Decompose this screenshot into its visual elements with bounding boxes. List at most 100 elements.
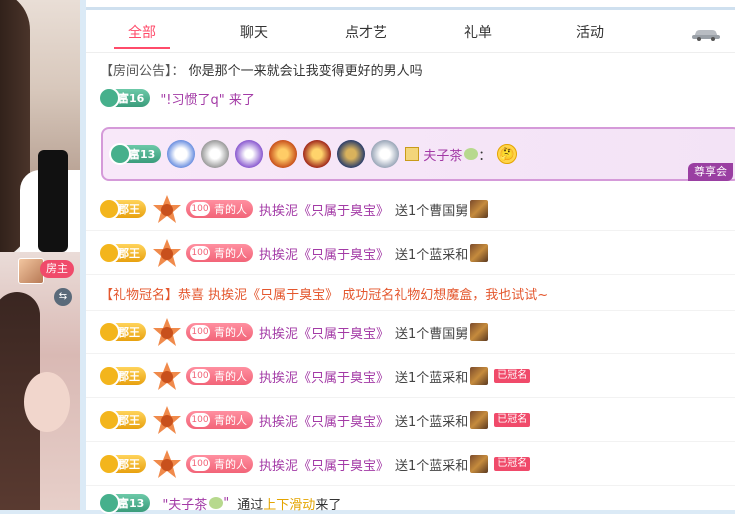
gift-action: 送1个曹国舅 — [395, 203, 469, 219]
lion-medal-icon[interactable] — [269, 140, 298, 168]
crowned-badge: 已冠名 — [494, 457, 531, 471]
video-preview-panel: 房主 ⇆ — [0, 0, 80, 510]
crowned-badge: 已冠名 — [494, 369, 531, 383]
rank-badge: 郡王 — [98, 242, 146, 264]
fan-num: 100 — [190, 246, 210, 260]
vip-entry-card: 富13 夫子茶 ： 🤔 尊享会 — [101, 127, 735, 181]
streamer-video-main[interactable] — [0, 0, 80, 260]
colon: ： — [478, 148, 492, 164]
gift-icon — [470, 323, 489, 341]
divider — [86, 397, 735, 398]
fan-num: 100 — [190, 202, 210, 216]
fan-badge: 100 青的人 — [186, 411, 253, 429]
car-icon[interactable] — [691, 27, 721, 41]
chat-tabs: 全部 聊天 点才艺 礼单 活动 — [86, 13, 735, 53]
divider — [86, 274, 735, 275]
rank-star-icon — [153, 406, 181, 434]
rank-badge: 郡王 — [98, 365, 146, 387]
divider — [86, 441, 735, 442]
fan-badge: 100 青的人 — [186, 367, 253, 385]
streamer-video-secondary[interactable]: 房主 ⇆ — [0, 252, 80, 510]
rank-text: 郡王 — [118, 203, 140, 216]
tab-all[interactable]: 全部 — [86, 13, 198, 52]
vip-tag: 尊享会 — [688, 163, 733, 181]
chat-message-gift-6: 郡王 100 青的人 执挨泥《只属于臭宝》 送1个蓝采和 已冠名 — [98, 450, 531, 478]
vip-entry-row: 富13 夫子茶 ： 🤔 — [109, 140, 518, 168]
star-badge-icon[interactable] — [371, 140, 400, 168]
user-card-icon — [405, 147, 420, 161]
sender-name[interactable]: 执挨泥《只属于臭宝》 — [259, 411, 389, 430]
rank-badge: 郡王 — [98, 198, 146, 220]
video-figure — [24, 372, 70, 432]
rank-star-icon — [153, 450, 181, 478]
swap-icon[interactable]: ⇆ — [54, 288, 72, 306]
fan-label: 青的人 — [214, 247, 247, 260]
wealth-level-badge: 富13 — [98, 492, 151, 514]
gift-action: 送1个曹国舅 — [395, 326, 469, 342]
badge-dot — [98, 321, 120, 343]
chat-message-gift-5: 郡王 100 青的人 执挨泥《只属于臭宝》 送1个蓝采和 已冠名 — [98, 406, 531, 434]
rank-star-icon — [153, 195, 181, 223]
vip-username[interactable]: 夫子茶 — [423, 145, 462, 164]
star-medal-icon[interactable] — [167, 140, 196, 168]
badge-dot — [98, 87, 120, 109]
level-text: 富13 — [118, 497, 145, 510]
announcement-tag: 【房间公告】： — [100, 64, 185, 79]
rank-star-icon — [153, 318, 181, 346]
tab-gift-list[interactable]: 礼单 — [422, 13, 534, 52]
badge-dot — [98, 409, 120, 431]
fan-badge: 100 青的人 — [186, 323, 253, 341]
medal-icons — [167, 140, 405, 168]
divider — [86, 353, 735, 354]
fan-label: 青的人 — [214, 326, 247, 339]
fan-label: 青的人 — [214, 203, 247, 216]
tab-activity[interactable]: 活动 — [534, 13, 646, 52]
sender-name[interactable]: 执挨泥《只属于臭宝》 — [259, 367, 389, 386]
divider — [86, 230, 735, 231]
level-text: 富13 — [129, 148, 156, 161]
rank-text: 郡王 — [118, 414, 140, 427]
spiral-medal-icon[interactable] — [201, 140, 230, 168]
fan-num: 100 — [190, 457, 210, 471]
tab-chat[interactable]: 聊天 — [198, 13, 310, 52]
sparkle-medal-icon[interactable] — [235, 140, 264, 168]
sender-name[interactable]: 执挨泥《只属于臭宝》 — [259, 455, 389, 474]
fan-label: 青的人 — [214, 458, 247, 471]
gift-icon — [470, 200, 489, 218]
announcement-text: 你是那个一来就会让我变得更好的男人吗 — [188, 64, 423, 79]
top-strip — [86, 0, 735, 10]
rank-text: 郡王 — [118, 370, 140, 383]
gift-action: 送1个蓝采和 — [395, 458, 469, 474]
chat-message-gift-3: 郡王 100 青的人 执挨泥《只属于臭宝》 送1个曹国舅 — [98, 318, 489, 346]
badge-dot — [109, 143, 131, 165]
gift-icon — [470, 367, 489, 385]
wealth-level-badge: 富16 — [98, 87, 151, 109]
badge-dot — [98, 242, 120, 264]
crowned-badge: 已冠名 — [494, 413, 531, 427]
rank-text: 郡王 — [118, 458, 140, 471]
divider — [86, 485, 735, 486]
fan-label: 青的人 — [214, 414, 247, 427]
gift-icon — [470, 455, 489, 473]
tab-talent[interactable]: 点才艺 — [310, 13, 422, 52]
rank-text: 郡王 — [118, 326, 140, 339]
rank-badge: 郡王 — [98, 453, 146, 475]
tea-icon — [464, 148, 479, 160]
sender-name[interactable]: 执挨泥《只属于臭宝》 — [259, 323, 389, 342]
end-quote: " — [223, 495, 230, 511]
sender-name[interactable]: 执挨泥《只属于臭宝》 — [259, 200, 389, 219]
gift-action: 送1个蓝采和 — [395, 247, 469, 263]
rank-star-icon — [153, 239, 181, 267]
fan-badge: 100 青的人 — [186, 455, 253, 473]
badge-dot — [98, 365, 120, 387]
gift-action: 送1个蓝采和 — [395, 414, 469, 430]
host-badge: 房主 — [40, 260, 74, 278]
fan-badge: 100 青的人 — [186, 244, 253, 262]
fan-num: 100 — [190, 413, 210, 427]
crest-medal-icon[interactable] — [303, 140, 332, 168]
chat-message-entry: 富13 "夫子茶 " 通过 上下滑动 来了 — [98, 492, 341, 514]
sender-name[interactable]: 执挨泥《只属于臭宝》 — [259, 244, 389, 263]
shield-medal-icon[interactable] — [337, 140, 366, 168]
fan-label: 青的人 — [214, 370, 247, 383]
room-announcement: 【房间公告】： 你是那个一来就会让我变得更好的男人吗 — [100, 60, 423, 79]
